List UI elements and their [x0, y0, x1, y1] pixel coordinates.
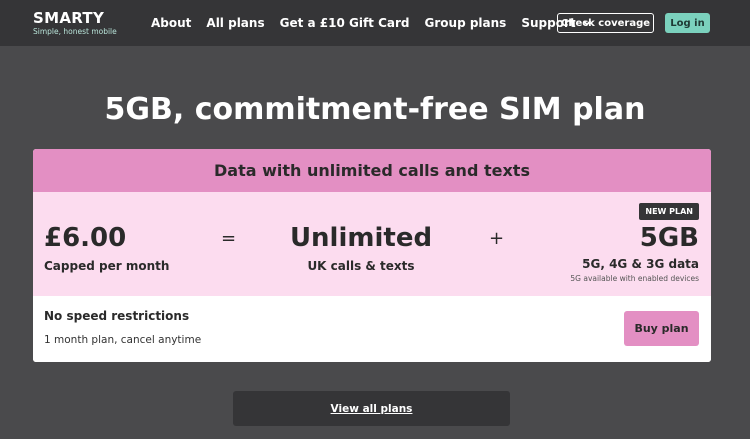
plan-calls: Unlimited — [289, 223, 433, 253]
plan-card-header: Data with unlimited calls and texts — [33, 149, 711, 192]
nav-link-all-plans[interactable]: All plans — [206, 15, 264, 31]
plan-price: £6.00 — [44, 223, 127, 253]
logo-wordmark: SMARTY — [33, 9, 105, 27]
plan-details: £6.00 Capped per month = Unlimited UK ca… — [33, 192, 711, 296]
view-all-plans-button[interactable]: View all plans — [233, 391, 510, 426]
plan-calls-caption: UK calls & texts — [307, 259, 415, 273]
plan-footer: No speed restrictions 1 month plan, canc… — [33, 296, 711, 362]
plus-sign: + — [489, 228, 505, 249]
plan-data-amount: 5GB — [639, 223, 699, 253]
new-plan-badge: NEW PLAN — [639, 203, 699, 220]
top-navbar: SMARTY Simple, honest mobile About All p… — [0, 0, 750, 46]
plan-data-note: 5G available with enabled devices — [570, 274, 699, 283]
check-coverage-button[interactable]: Check coverage — [557, 13, 654, 33]
plan-data-caption: 5G, 4G & 3G data — [582, 257, 699, 271]
nav-link-group-plans[interactable]: Group plans — [425, 15, 507, 31]
main-nav: About All plans Get a £10 Gift Card Grou… — [151, 15, 607, 31]
plan-price-caption: Capped per month — [44, 259, 170, 273]
plan-feature: No speed restrictions — [44, 309, 190, 323]
nav-link-gift-card[interactable]: Get a £10 Gift Card — [280, 15, 410, 31]
plan-terms: 1 month plan, cancel anytime — [44, 334, 202, 346]
buy-plan-button[interactable]: Buy plan — [624, 311, 699, 346]
smarty-logo[interactable]: SMARTY Simple, honest mobile — [33, 10, 117, 37]
logo-tagline: Simple, honest mobile — [33, 27, 117, 36]
view-all-plans-link[interactable]: View all plans — [331, 403, 413, 415]
page-title: 5GB, commitment-free SIM plan — [104, 92, 646, 127]
equals-sign: = — [221, 228, 237, 249]
nav-link-about[interactable]: About — [151, 15, 191, 31]
login-button[interactable]: Log in — [665, 13, 710, 33]
plan-card: Data with unlimited calls and texts £6.0… — [33, 149, 711, 362]
